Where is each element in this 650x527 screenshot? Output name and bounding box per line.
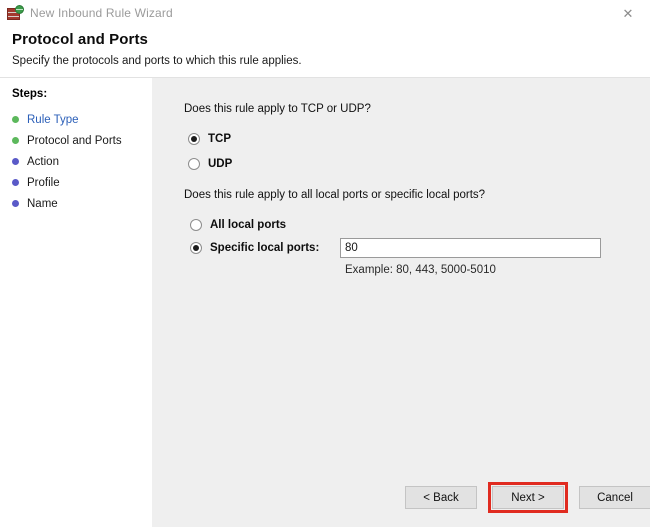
ports-example-hint: Example: 80, 443, 5000-5010 <box>345 264 496 276</box>
bullet-icon <box>12 179 19 186</box>
protocol-question: Does this rule apply to TCP or UDP? <box>184 103 371 115</box>
bullet-icon <box>12 116 19 123</box>
bullet-icon <box>12 200 19 207</box>
bullet-icon <box>12 158 19 165</box>
radio-label-udp: UDP <box>208 158 233 170</box>
footer-button-bar: < Back Next > Cancel <box>152 469 650 527</box>
sidebar-item-label: Rule Type <box>27 113 79 126</box>
firewall-globe-icon <box>7 5 24 21</box>
radio-indicator-specific-local-ports[interactable] <box>190 242 202 254</box>
sidebar-item-label: Profile <box>27 176 60 189</box>
radio-label-tcp: TCP <box>208 133 231 145</box>
sidebar-item-name[interactable]: Name <box>0 193 152 214</box>
sidebar-item-label: Name <box>27 197 58 210</box>
page-subtitle: Specify the protocols and ports to which… <box>12 55 302 67</box>
bullet-icon <box>12 137 19 144</box>
radio-label-all-local-ports: All local ports <box>210 219 287 231</box>
radio-indicator-all-local-ports[interactable] <box>190 219 202 231</box>
steps-sidebar: Steps: Rule Type Protocol and Ports Acti… <box>0 78 152 527</box>
sidebar-item-rule-type[interactable]: Rule Type <box>0 109 152 130</box>
radio-indicator-tcp[interactable] <box>188 133 200 145</box>
sidebar-item-action[interactable]: Action <box>0 151 152 172</box>
back-button[interactable]: < Back <box>405 486 477 509</box>
wizard-window: New Inbound Rule Wizard ✕ Protocol and P… <box>0 0 650 527</box>
window-title: New Inbound Rule Wizard <box>30 6 173 20</box>
sidebar-item-label: Action <box>27 155 59 168</box>
steps-heading: Steps: <box>12 88 48 100</box>
radio-option-tcp[interactable]: TCP <box>188 133 231 145</box>
radio-option-specific-local-ports[interactable]: Specific local ports: <box>190 242 319 254</box>
sidebar-item-protocol-and-ports[interactable]: Protocol and Ports <box>0 130 152 151</box>
cancel-button[interactable]: Cancel <box>579 486 650 509</box>
ports-question: Does this rule apply to all local ports … <box>184 189 486 201</box>
sidebar-item-label: Protocol and Ports <box>27 134 122 147</box>
specific-ports-input[interactable] <box>340 238 601 258</box>
page-title: Protocol and Ports <box>12 31 148 48</box>
page-header: Protocol and Ports Specify the protocols… <box>0 26 650 78</box>
content-panel: Does this rule apply to TCP or UDP? TCP … <box>152 78 650 527</box>
title-bar: New Inbound Rule Wizard ✕ <box>0 0 650 26</box>
radio-label-specific-local-ports: Specific local ports: <box>210 242 320 254</box>
body-area: Steps: Rule Type Protocol and Ports Acti… <box>0 78 650 527</box>
radio-option-udp[interactable]: UDP <box>188 158 232 170</box>
sidebar-item-profile[interactable]: Profile <box>0 172 152 193</box>
close-icon[interactable]: ✕ <box>606 0 650 26</box>
next-button[interactable]: Next > <box>492 486 564 509</box>
radio-option-all-local-ports[interactable]: All local ports <box>190 219 286 231</box>
radio-indicator-udp[interactable] <box>188 158 200 170</box>
